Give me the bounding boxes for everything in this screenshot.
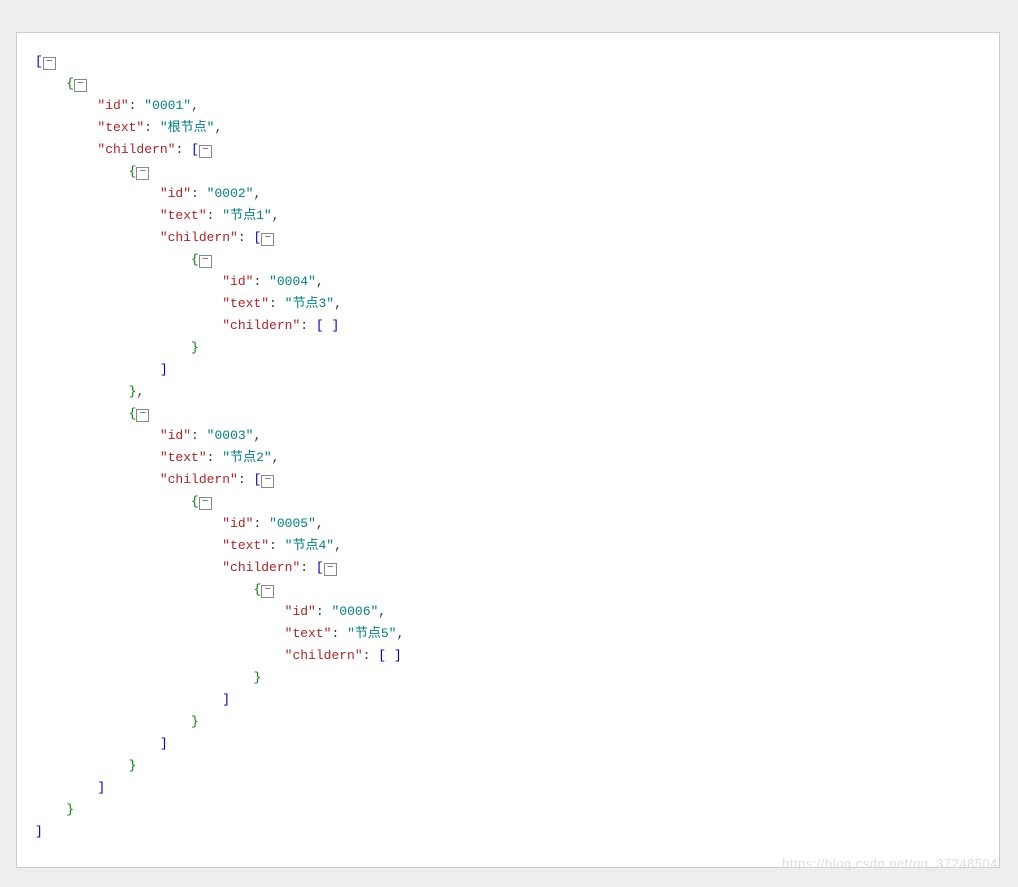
json-key-id: "id" [160, 428, 191, 443]
line-close-object: } [35, 799, 999, 821]
json-value: "节点3" [285, 296, 334, 311]
json-value: "0002" [207, 186, 254, 201]
line-text: "text": "节点5", [35, 623, 999, 645]
bracket-open: [ [35, 54, 43, 69]
json-key-id: "id" [97, 98, 128, 113]
line-open-object: {− [35, 249, 999, 271]
line-id: "id": "0003", [35, 425, 999, 447]
json-key-text: "text" [160, 208, 207, 223]
json-key-text: "text" [160, 450, 207, 465]
line-close-array: ] [35, 777, 999, 799]
line-close-array: ] [35, 821, 999, 843]
json-content: [− {− "id": "0001", "text": "根节点", "chil… [17, 51, 999, 843]
json-value: "0003" [207, 428, 254, 443]
line-text: "text": "节点1", [35, 205, 999, 227]
json-viewer-panel: [− {− "id": "0001", "text": "根节点", "chil… [16, 32, 1000, 868]
line-text: "text": "根节点", [35, 117, 999, 139]
collapse-icon[interactable]: − [74, 79, 87, 92]
line-id: "id": "0004", [35, 271, 999, 293]
line-text: "text": "节点2", [35, 447, 999, 469]
line-close-object: }, [35, 381, 999, 403]
collapse-icon[interactable]: − [199, 497, 212, 510]
json-key-childern: "childern" [222, 318, 300, 333]
line-open-object: {− [35, 73, 999, 95]
line-close-object: } [35, 711, 999, 733]
line-close-array: ] [35, 689, 999, 711]
json-key-childern: "childern" [285, 648, 363, 663]
collapse-icon[interactable]: − [261, 475, 274, 488]
collapse-icon[interactable]: − [199, 145, 212, 158]
line-childern-open: "childern": [− [35, 227, 999, 249]
line-open-object: {− [35, 403, 999, 425]
line-text: "text": "节点4", [35, 535, 999, 557]
line-open-array: [− [35, 51, 999, 73]
json-value: "根节点" [160, 120, 215, 135]
json-key-text: "text" [97, 120, 144, 135]
collapse-icon[interactable]: − [324, 563, 337, 576]
line-childern-empty: "childern": [ ] [35, 645, 999, 667]
line-childern-empty: "childern": [ ] [35, 315, 999, 337]
json-key-id: "id" [285, 604, 316, 619]
collapse-icon[interactable]: − [199, 255, 212, 268]
json-key-text: "text" [285, 626, 332, 641]
line-open-object: {− [35, 491, 999, 513]
line-close-array: ] [35, 359, 999, 381]
json-key-childern: "childern" [97, 142, 175, 157]
json-value: "节点4" [285, 538, 334, 553]
line-id: "id": "0006", [35, 601, 999, 623]
json-value: "节点5" [347, 626, 396, 641]
collapse-icon[interactable]: − [261, 233, 274, 246]
line-open-object: {− [35, 161, 999, 183]
line-id: "id": "0002", [35, 183, 999, 205]
line-open-object: {− [35, 579, 999, 601]
json-key-childern: "childern" [160, 230, 238, 245]
json-key-childern: "childern" [160, 472, 238, 487]
line-childern-open: "childern": [− [35, 557, 999, 579]
json-value: "0006" [331, 604, 378, 619]
json-key-childern: "childern" [222, 560, 300, 575]
json-value: "0005" [269, 516, 316, 531]
json-key-text: "text" [222, 296, 269, 311]
line-close-object: } [35, 667, 999, 689]
line-childern-open: "childern": [− [35, 469, 999, 491]
json-value: "0001" [144, 98, 191, 113]
line-close-object: } [35, 755, 999, 777]
json-key-id: "id" [160, 186, 191, 201]
line-childern-open: "childern": [− [35, 139, 999, 161]
collapse-icon[interactable]: − [136, 167, 149, 180]
collapse-icon[interactable]: − [43, 57, 56, 70]
collapse-icon[interactable]: − [261, 585, 274, 598]
line-text: "text": "节点3", [35, 293, 999, 315]
json-value: "节点2" [222, 450, 271, 465]
json-key-text: "text" [222, 538, 269, 553]
line-id: "id": "0005", [35, 513, 999, 535]
collapse-icon[interactable]: − [136, 409, 149, 422]
json-key-id: "id" [222, 274, 253, 289]
brace-open: { [66, 76, 74, 91]
json-key-id: "id" [222, 516, 253, 531]
line-close-array: ] [35, 733, 999, 755]
line-close-object: } [35, 337, 999, 359]
json-value: "节点1" [222, 208, 271, 223]
line-id: "id": "0001", [35, 95, 999, 117]
json-value: "0004" [269, 274, 316, 289]
